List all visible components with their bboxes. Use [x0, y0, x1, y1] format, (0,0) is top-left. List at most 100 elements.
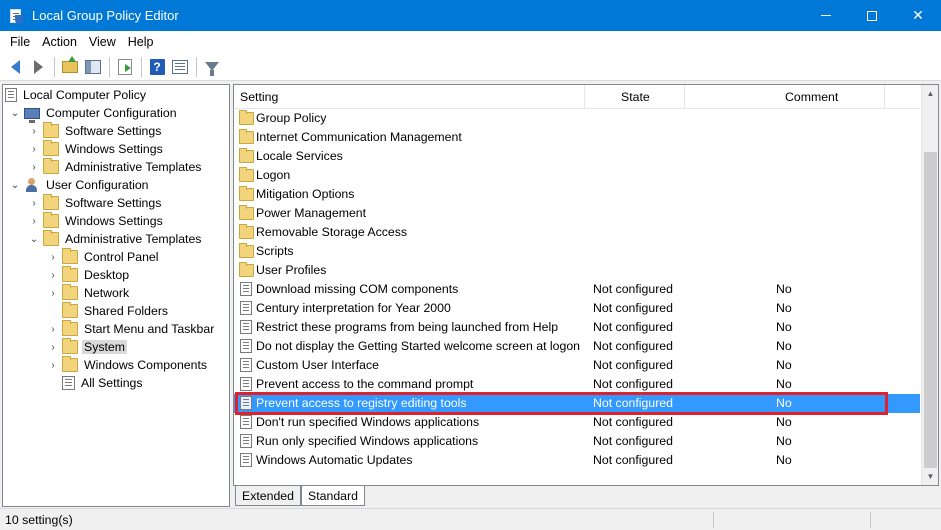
help-button[interactable]: ? [146, 56, 168, 78]
list-row[interactable]: Mitigation Options [234, 185, 920, 204]
chevron-right-icon[interactable]: › [47, 269, 59, 281]
chevron-down-icon[interactable]: ⌄ [9, 179, 21, 191]
chevron-right-icon[interactable]: › [28, 197, 40, 209]
setting-comment: No [776, 320, 792, 334]
folder-icon [62, 302, 78, 318]
up-one-level-button[interactable] [59, 55, 81, 78]
chevron-right-icon[interactable]: › [28, 125, 40, 137]
export-list-button[interactable] [114, 56, 136, 78]
list-row[interactable]: Logon [234, 166, 920, 185]
list-row[interactable]: Power Management [234, 204, 920, 223]
minimize-button[interactable] [803, 0, 849, 31]
setting-name: Prevent access to the command prompt [256, 377, 474, 391]
policy-setting-icon [240, 453, 252, 467]
folder-icon [43, 158, 59, 174]
menu-bar: File Action View Help [0, 31, 941, 53]
list-row[interactable]: Restrict these programs from being launc… [234, 318, 920, 337]
maximize-button[interactable] [849, 0, 895, 31]
chevron-right-icon[interactable]: › [47, 323, 59, 335]
forward-button[interactable] [27, 56, 49, 78]
scroll-up-icon[interactable]: ▲ [922, 85, 938, 102]
tree-item[interactable]: › System [47, 338, 127, 356]
scroll-down-icon[interactable]: ▼ [922, 468, 938, 485]
setting-state: Not configured [593, 434, 673, 448]
chevron-right-icon[interactable]: › [47, 287, 59, 299]
list-row[interactable]: Download missing COM components Not confi… [234, 280, 920, 299]
setting-name: Custom User Interface [256, 358, 380, 372]
properties-button[interactable] [169, 56, 191, 78]
chevron-right-icon[interactable]: › [28, 161, 40, 173]
tree-item[interactable]: › Administrative Templates [28, 158, 203, 176]
title-bar: Local Group Policy Editor ✕ [0, 0, 941, 31]
close-button[interactable]: ✕ [895, 0, 941, 31]
chevron-right-icon[interactable]: › [47, 341, 59, 353]
list-row[interactable]: Scripts [234, 242, 920, 261]
menu-file[interactable]: File [5, 35, 35, 49]
tree-item[interactable]: › Desktop [47, 266, 131, 284]
tree-item-label: Start Menu and Taskbar [84, 322, 215, 336]
list-row[interactable]: Windows Automatic Updates Not configured N… [234, 451, 920, 470]
chevron-down-icon[interactable]: ⌄ [9, 107, 21, 119]
list-row[interactable]: User Profiles [234, 261, 920, 280]
setting-comment: No [776, 339, 792, 353]
tree-item[interactable]: › Control Panel [47, 248, 161, 266]
tree-item[interactable]: Shared Folders [47, 302, 170, 320]
menu-help[interactable]: Help [123, 35, 159, 49]
list-row[interactable]: Century interpretation for Year 2000 Not … [234, 299, 920, 318]
chevron-right-icon[interactable]: › [28, 143, 40, 155]
folder-icon [43, 140, 59, 156]
tree-item[interactable]: › Start Menu and Taskbar [47, 320, 216, 338]
tree-item[interactable]: ⌄ User Configuration [9, 176, 151, 194]
filter-button[interactable] [201, 56, 223, 78]
policy-document-icon [5, 88, 17, 102]
back-button[interactable] [4, 56, 26, 78]
setting-comment: No [776, 434, 792, 448]
list-row[interactable]: Removable Storage Access [234, 223, 920, 242]
list-row[interactable]: Internet Communication Management [234, 128, 920, 147]
chevron-right-icon[interactable]: › [47, 251, 59, 263]
chevron-down-icon[interactable]: ⌄ [28, 233, 40, 245]
list-row[interactable]: Custom User Interface Not configured No [234, 356, 920, 375]
forward-arrow-icon [33, 59, 43, 74]
list-row[interactable]: Run only specified Windows applications N… [234, 432, 920, 451]
console-tree[interactable]: Local Computer Policy ⌄ Computer Configura… [2, 84, 230, 507]
menu-view[interactable]: View [84, 35, 121, 49]
column-header-setting[interactable]: Setting [234, 85, 585, 109]
tree-item[interactable]: ⌄ Administrative Templates [28, 230, 203, 248]
tab-extended[interactable]: Extended [235, 486, 301, 506]
list-row[interactable]: Prevent access to registry editing tools… [234, 394, 920, 413]
chevron-right-icon[interactable]: › [47, 359, 59, 371]
tree-item[interactable]: › Windows Settings [28, 212, 165, 230]
tree-item[interactable]: › Windows Settings [28, 140, 165, 158]
menu-action[interactable]: Action [37, 35, 82, 49]
folder-icon [62, 248, 78, 264]
chevron-right-icon[interactable]: › [28, 215, 40, 227]
up-folder-icon [62, 55, 78, 73]
toolbar-separator [109, 56, 110, 77]
list-row[interactable]: Do not display the Getting Started welco… [234, 337, 920, 356]
tree-item[interactable]: Local Computer Policy [5, 86, 148, 104]
tree-item[interactable]: All Settings [47, 374, 145, 392]
list-row[interactable]: Locale Services [234, 147, 920, 166]
scrollbar-thumb[interactable] [924, 152, 937, 468]
tree-item[interactable]: › Software Settings [28, 122, 163, 140]
list-row[interactable]: Prevent access to the command prompt Not … [234, 375, 920, 394]
column-header-comment[interactable]: Comment [685, 85, 885, 109]
tree-item[interactable]: › Windows Components [47, 356, 209, 374]
tab-standard[interactable]: Standard [301, 486, 365, 506]
toolbar-separator [196, 56, 197, 77]
list-row[interactable]: Group Policy [234, 109, 920, 128]
settings-list[interactable]: Setting State Comment Group Policy Intern… [233, 84, 939, 486]
tree-item-label: System [82, 340, 127, 354]
window-controls: ✕ [803, 0, 941, 31]
user-icon [24, 178, 40, 192]
vertical-scrollbar[interactable]: ▲ ▼ [921, 85, 938, 485]
tree-item[interactable]: › Software Settings [28, 194, 163, 212]
maximize-icon [867, 10, 877, 21]
show-hide-console-tree-button[interactable] [82, 56, 104, 78]
column-header-state[interactable]: State [585, 85, 685, 109]
list-row[interactable]: Don't run specified Windows applications… [234, 413, 920, 432]
tree-item[interactable]: › Network [47, 284, 131, 302]
tree-item[interactable]: ⌄ Computer Configuration [9, 104, 179, 123]
